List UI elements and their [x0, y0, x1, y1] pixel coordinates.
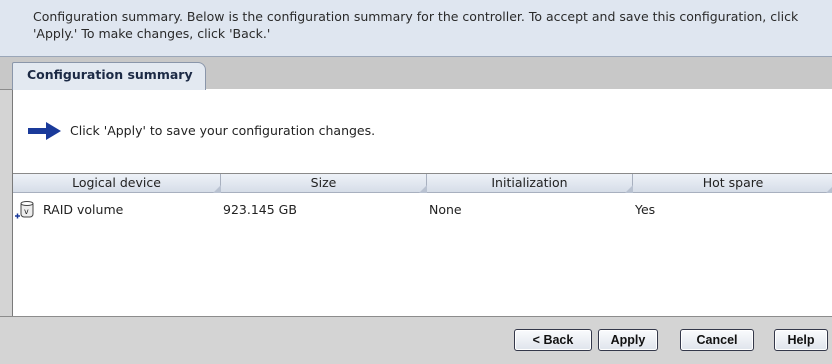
cell-initialization: None: [429, 202, 462, 217]
cell-hot-spare: Yes: [635, 202, 656, 217]
instruction-text: Click 'Apply' to save your configuration…: [70, 123, 376, 138]
column-header-initialization[interactable]: Initialization: [427, 174, 633, 193]
table-header: Logical device Size Initialization Hot s…: [13, 173, 832, 193]
instructions-header: Configuration summary. Below is the conf…: [0, 0, 832, 57]
column-header-logical-device[interactable]: Logical device: [13, 174, 221, 193]
summary-panel: Click 'Apply' to save your configuration…: [12, 89, 832, 316]
header-message: Configuration summary. Below is the conf…: [33, 9, 799, 41]
column-header-hot-spare[interactable]: Hot spare: [633, 174, 832, 193]
tab-configuration-summary[interactable]: Configuration summary: [12, 62, 206, 90]
cell-size: 923.145 GB: [223, 202, 297, 217]
help-button[interactable]: Help: [774, 329, 828, 351]
back-button[interactable]: < Back: [514, 329, 592, 351]
cell-logical-device: RAID volume: [43, 202, 124, 217]
right-arrow-icon: [28, 122, 61, 140]
table-row[interactable]: v RAID volume 923.145 GB None Yes: [13, 200, 832, 220]
button-bar: < Back Apply Cancel Help: [0, 316, 832, 364]
raid-volume-icon: v: [15, 201, 34, 219]
svg-text:v: v: [24, 207, 29, 216]
cancel-button[interactable]: Cancel: [680, 329, 754, 351]
apply-button[interactable]: Apply: [598, 329, 658, 351]
column-header-size[interactable]: Size: [221, 174, 427, 193]
